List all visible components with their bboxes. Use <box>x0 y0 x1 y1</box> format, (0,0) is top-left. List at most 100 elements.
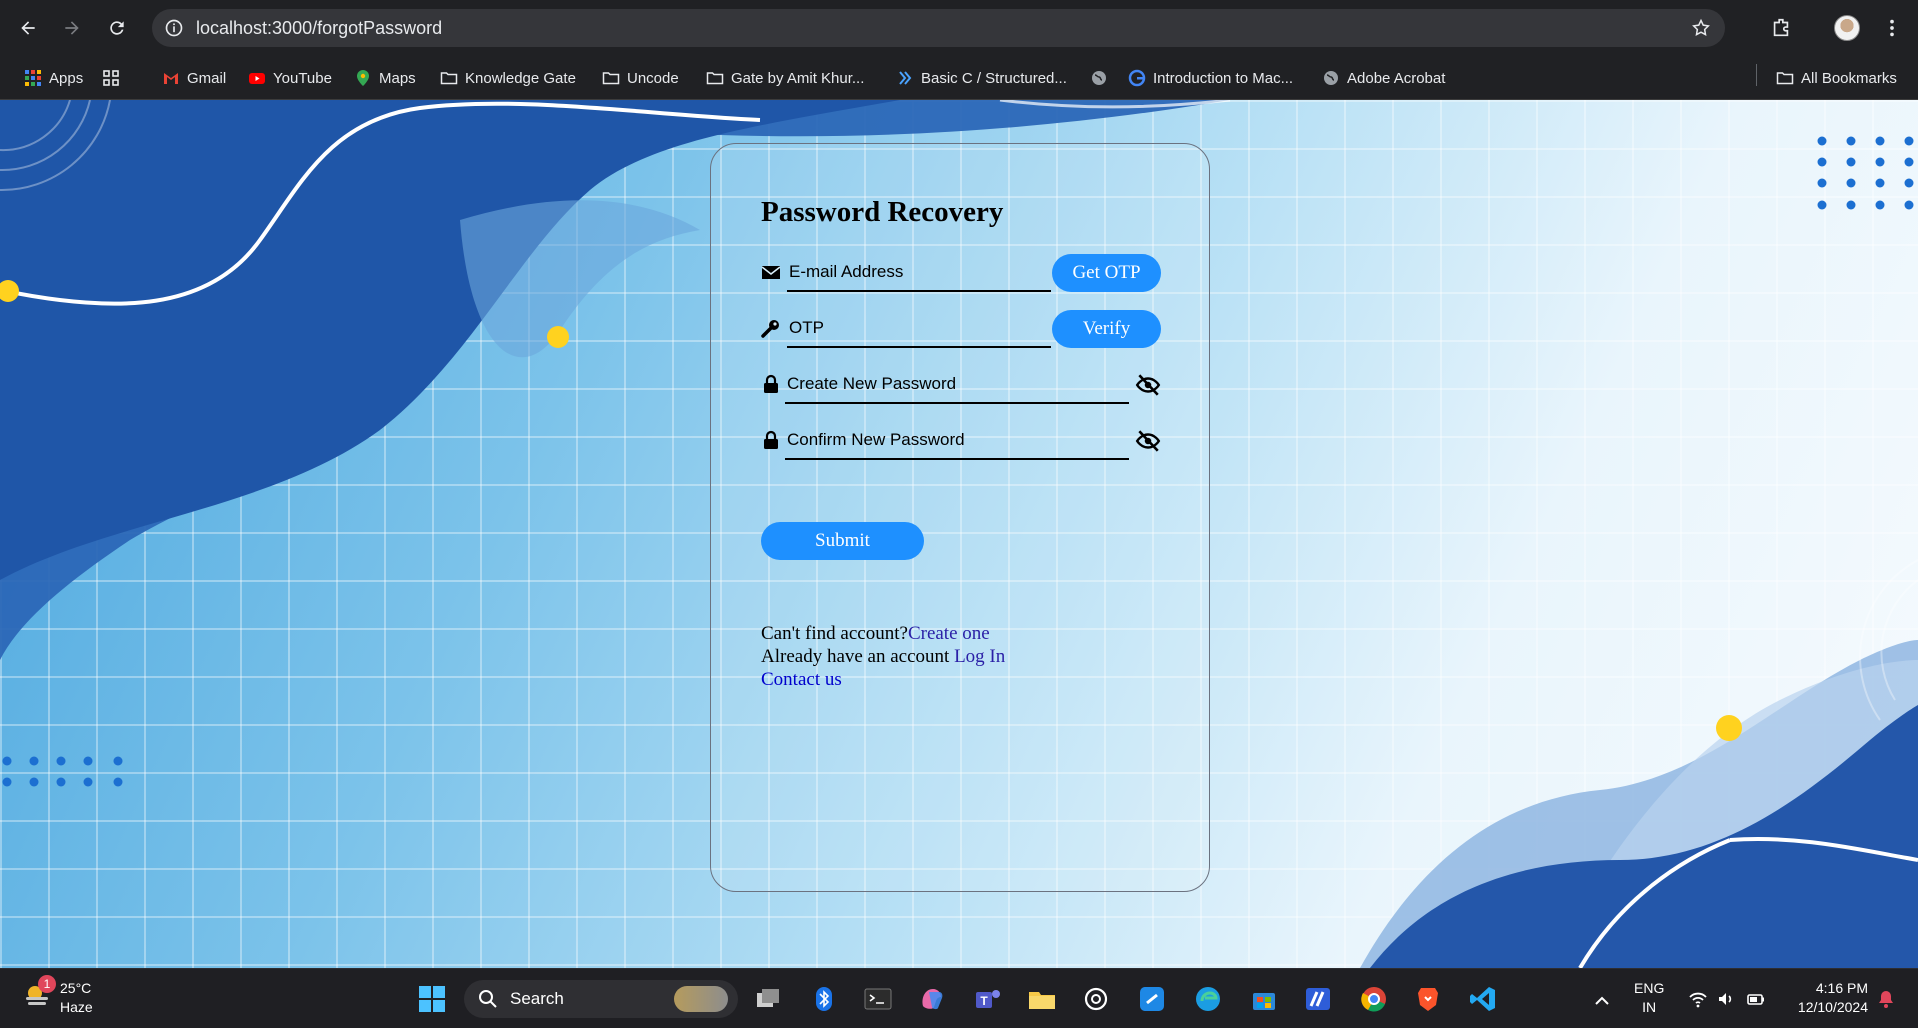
weather-badge: 1 <box>38 975 56 993</box>
weather-widget[interactable]: 1 25°C Haze <box>22 975 93 1017</box>
site-info-icon[interactable] <box>164 18 184 38</box>
key-icon <box>761 320 779 338</box>
terminal-app[interactable] <box>862 983 894 1015</box>
clock[interactable]: 4:16 PM 12/10/2024 <box>1788 979 1868 1017</box>
file-explorer-app[interactable] <box>1026 983 1058 1015</box>
chrome-app[interactable] <box>1358 983 1390 1015</box>
bookmark-label: Knowledge Gate <box>465 69 576 87</box>
folder-icon <box>706 69 724 87</box>
task-view-icon <box>757 989 779 1007</box>
page-title: Password Recovery <box>761 196 1004 228</box>
teams-app[interactable]: T <box>972 983 1004 1015</box>
clock-date: 12/10/2024 <box>1797 999 1868 1015</box>
google-icon <box>1128 69 1146 87</box>
no-account-line: Can't find account?Create one <box>761 622 1005 645</box>
vscode-app[interactable] <box>1467 983 1499 1015</box>
login-link[interactable]: Log In <box>954 646 1005 667</box>
language-region: IN <box>1642 999 1657 1015</box>
store-icon <box>1253 993 1275 1010</box>
volume-button[interactable] <box>1716 989 1736 1009</box>
task-view-button[interactable] <box>752 983 784 1015</box>
bookmark-knowledge-gate[interactable]: Knowledge Gate <box>440 66 576 90</box>
store-app[interactable] <box>1248 983 1280 1015</box>
battery-icon <box>1747 994 1764 1005</box>
globe-icon <box>1322 69 1340 87</box>
windows-logo-icon <box>419 986 445 1012</box>
lock-icon <box>764 374 778 393</box>
chatgpt-icon <box>1084 987 1108 1011</box>
bookmark-label: YouTube <box>273 69 332 87</box>
bluetooth-icon <box>816 987 832 1011</box>
gmail-icon <box>162 69 180 87</box>
create-account-link[interactable]: Create one <box>908 623 990 644</box>
bookmark-label: Introduction to Mac... <box>1153 69 1294 87</box>
forward-button[interactable] <box>58 14 86 42</box>
tab-groups-button[interactable] <box>102 66 120 90</box>
bookmark-maps[interactable]: Maps <box>354 66 416 90</box>
reload-button[interactable] <box>103 14 131 42</box>
ai-app[interactable] <box>1302 983 1334 1015</box>
bookmark-adobe-acrobat[interactable]: Adobe Acrobat <box>1322 66 1445 90</box>
bookmark-label: Basic C / Structured... <box>921 69 1067 87</box>
otp-field[interactable] <box>787 310 1051 348</box>
all-bookmarks-button[interactable]: All Bookmarks <box>1776 66 1897 90</box>
bookmark-uncode[interactable]: Uncode <box>602 66 679 90</box>
account-links: Can't find account?Create one Already ha… <box>761 622 1005 691</box>
copilot-app[interactable] <box>916 983 948 1015</box>
arrow-right-icon <box>65 21 79 35</box>
browser-menu-button[interactable] <box>1878 14 1906 42</box>
bookmark-star-icon[interactable] <box>1691 18 1711 38</box>
eye-slash-icon[interactable] <box>1135 372 1161 398</box>
show-hidden-icons-button[interactable] <box>1592 991 1612 1011</box>
battery-button[interactable] <box>1746 989 1766 1009</box>
brave-icon <box>1418 988 1438 1011</box>
bluetooth-app[interactable] <box>808 983 840 1015</box>
profile-avatar[interactable] <box>1834 15 1860 41</box>
bookmark-youtube[interactable]: YouTube <box>248 66 332 90</box>
confirm-password-field[interactable] <box>785 422 1129 460</box>
link-app[interactable] <box>1136 983 1168 1015</box>
eye-slash-icon[interactable] <box>1135 428 1161 454</box>
language-indicator[interactable]: ENG IN <box>1634 979 1664 1017</box>
otp-field-row: Verify <box>761 310 1161 348</box>
url-text[interactable]: localhost:3000/forgotPassword <box>196 18 442 39</box>
bookmark-intro-mac[interactable]: Introduction to Mac... <box>1128 66 1293 90</box>
taskbar-search[interactable]: Search <box>464 980 738 1018</box>
new-password-field[interactable] <box>785 366 1129 404</box>
bookmark-label: Gate by Amit Khur... <box>731 69 865 87</box>
svg-text:T: T <box>980 994 988 1008</box>
bookmark-gmail[interactable]: Gmail <box>162 66 226 90</box>
bookmark-label: Maps <box>379 69 416 87</box>
edge-app[interactable] <box>1192 983 1224 1015</box>
notifications-button[interactable] <box>1876 989 1896 1009</box>
reload-icon <box>110 21 124 35</box>
verify-button[interactable]: Verify <box>1052 310 1161 348</box>
get-otp-button[interactable]: Get OTP <box>1052 254 1161 292</box>
start-button[interactable] <box>416 983 448 1015</box>
brave-app[interactable] <box>1412 983 1444 1015</box>
have-account-line: Already have an account Log In <box>761 645 1005 668</box>
wifi-button[interactable] <box>1688 989 1708 1009</box>
chatgpt-app[interactable] <box>1080 983 1112 1015</box>
weather-icon: 1 <box>22 975 56 1009</box>
bookmarks-bar: Apps Gmail YouTube Maps Knowledge Gate U… <box>0 56 1918 142</box>
bookmark-apps[interactable]: Apps <box>24 66 83 90</box>
bookmark-basic-c[interactable]: Basic C / Structured... <box>896 66 1067 90</box>
youtube-icon <box>248 69 266 87</box>
bookmark-gate-amit[interactable]: Gate by Amit Khur... <box>706 66 864 90</box>
bookmark-globe[interactable] <box>1090 66 1108 90</box>
back-button[interactable] <box>14 14 42 42</box>
browser-toolbar: localhost:3000/forgotPassword <box>0 0 1918 56</box>
have-account-text: Already have an account <box>761 646 950 667</box>
folder-icon <box>602 69 620 87</box>
address-bar[interactable]: localhost:3000/forgotPassword <box>152 9 1725 47</box>
contact-us-link[interactable]: Contact us <box>761 669 842 690</box>
edge-icon <box>1196 987 1220 1011</box>
maps-icon <box>354 69 372 87</box>
submit-button[interactable]: Submit <box>761 522 924 560</box>
search-highlight-icon <box>674 986 728 1012</box>
extensions-button[interactable] <box>1767 14 1795 42</box>
email-field[interactable] <box>787 254 1051 292</box>
teams-icon: T <box>976 990 1000 1008</box>
bookmark-label: Adobe Acrobat <box>1347 69 1446 87</box>
